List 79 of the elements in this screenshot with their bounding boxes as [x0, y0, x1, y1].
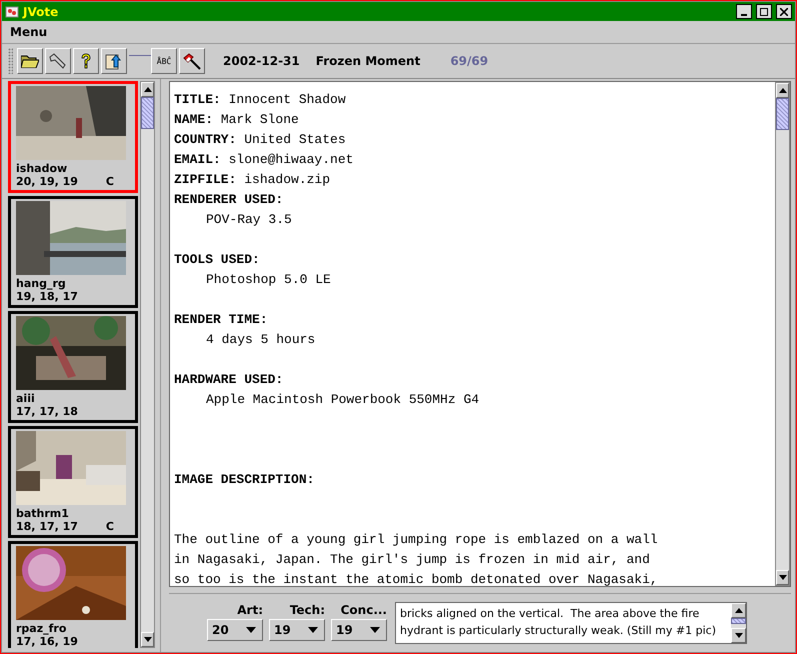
description-line: so too is the instant the atomic bomb detonated over Nagasaki, — [174, 571, 659, 586]
section-heading: TOOLS USED: — [174, 251, 261, 269]
dropdown-arrow-icon — [370, 627, 380, 633]
text-scrollbar[interactable] — [775, 82, 790, 586]
entry-count: 69/69 — [450, 54, 488, 68]
entry-name: bathrm1 — [16, 507, 70, 520]
menu-item[interactable]: Menu — [10, 25, 48, 39]
entry-card[interactable]: bathrm1 18, 17, 17 C — [8, 426, 138, 538]
scroll-down-button[interactable] — [141, 632, 154, 647]
detail-line: ZIPFILE: ishadow.zip — [174, 171, 332, 189]
rating-dropdown[interactable]: 19 — [331, 619, 387, 641]
section-value: Photoshop 5.0 LE — [205, 271, 332, 289]
list-scrollbar[interactable] — [140, 81, 155, 648]
down-arrow-icon — [778, 575, 786, 580]
close-button[interactable] — [776, 4, 792, 19]
detail-line: NAME: Mark Slone — [174, 111, 300, 129]
rating-dropdown[interactable]: 20 — [207, 619, 263, 641]
rating-label: Art: — [237, 603, 263, 617]
scroll-thumb[interactable] — [141, 97, 154, 129]
entry-name: hang_rg — [16, 277, 67, 290]
section-value: 4 days 5 hours — [205, 331, 316, 349]
close-icon — [780, 8, 788, 16]
date-label: 2002-12-31 — [223, 54, 300, 68]
entry-name: aiii — [16, 392, 36, 405]
maximize-button[interactable] — [756, 4, 772, 19]
upload-button[interactable] — [101, 48, 127, 74]
scroll-down-button[interactable] — [776, 570, 789, 585]
minimize-icon — [741, 14, 747, 16]
section-heading: RENDERER USED: — [174, 191, 284, 209]
rating-label: Tech: — [290, 603, 325, 617]
entry-scores: 17, 17, 18 — [16, 405, 78, 418]
maximize-icon — [760, 8, 768, 16]
scroll-up-button[interactable] — [141, 82, 154, 97]
dropdown-arrow-icon — [246, 627, 256, 633]
entry-status-label: C — [106, 520, 114, 533]
folder-icon — [21, 54, 39, 68]
rating-label: Conc... — [340, 603, 387, 617]
section-heading: RENDER TIME: — [174, 311, 269, 329]
entry-name: rpaz_fro — [16, 622, 68, 635]
theme-label: Frozen Moment — [316, 54, 420, 68]
detail-line: EMAIL: slone@hiwaay.net — [174, 151, 354, 169]
description-line: in Nagasaki, Japan. The girl's jump is frozen in mid air, and — [174, 551, 651, 569]
down-arrow-icon — [144, 637, 152, 642]
entry-scores: 19, 18, 17 — [16, 290, 78, 303]
detail-line: COUNTRY: United States — [174, 131, 347, 149]
window-title: JVote — [23, 4, 58, 18]
settings-button[interactable] — [45, 48, 71, 74]
scroll-up-button[interactable] — [776, 83, 789, 98]
entry-scores: 17, 16, 19 — [16, 635, 78, 648]
section-value: Apple Macintosh Powerbook 550MHz G4 — [205, 391, 480, 409]
section-heading: IMAGE DESCRIPTION: — [174, 471, 316, 489]
minimize-button[interactable] — [736, 4, 752, 19]
rating-dropdown[interactable]: 19 — [269, 619, 325, 641]
help-button[interactable] — [73, 48, 99, 74]
up-arrow-icon — [778, 88, 786, 93]
spell-button[interactable]: ÅBĈ — [151, 48, 177, 74]
up-arrow-icon — [144, 87, 152, 92]
section-heading: HARDWARE USED: — [174, 371, 284, 389]
entry-card[interactable]: ishadow 20, 19, 19 C — [8, 81, 138, 193]
entry-status-label: C — [106, 175, 114, 188]
app-icon — [5, 4, 19, 18]
entry-card[interactable]: hang_rg 19, 18, 17 — [8, 196, 138, 308]
entry-card[interactable]: rpaz_fro 17, 16, 19 — [8, 541, 138, 648]
dropdown-arrow-icon — [308, 627, 318, 633]
entry-name: ishadow — [16, 162, 68, 175]
detail-line: TITLE: Innocent Shadow — [174, 91, 347, 109]
entry-scores: 18, 17, 17 — [16, 520, 78, 533]
wrench-icon — [49, 53, 67, 69]
toolbar-grip[interactable] — [8, 48, 13, 74]
upload-icon — [105, 52, 123, 70]
scroll-thumb[interactable] — [776, 98, 789, 130]
entry-card[interactable]: aiii 17, 17, 18 — [8, 311, 138, 423]
help-icon — [80, 53, 92, 69]
description-line: The outline of a young girl jumping rope is emblazed on a wall — [174, 531, 659, 549]
section-value: POV-Ray 3.5 — [205, 211, 293, 229]
flag-button[interactable] — [179, 48, 205, 74]
open-button[interactable] — [17, 48, 43, 74]
flag-icon — [183, 52, 201, 70]
entry-scores: 20, 19, 19 — [16, 175, 78, 188]
